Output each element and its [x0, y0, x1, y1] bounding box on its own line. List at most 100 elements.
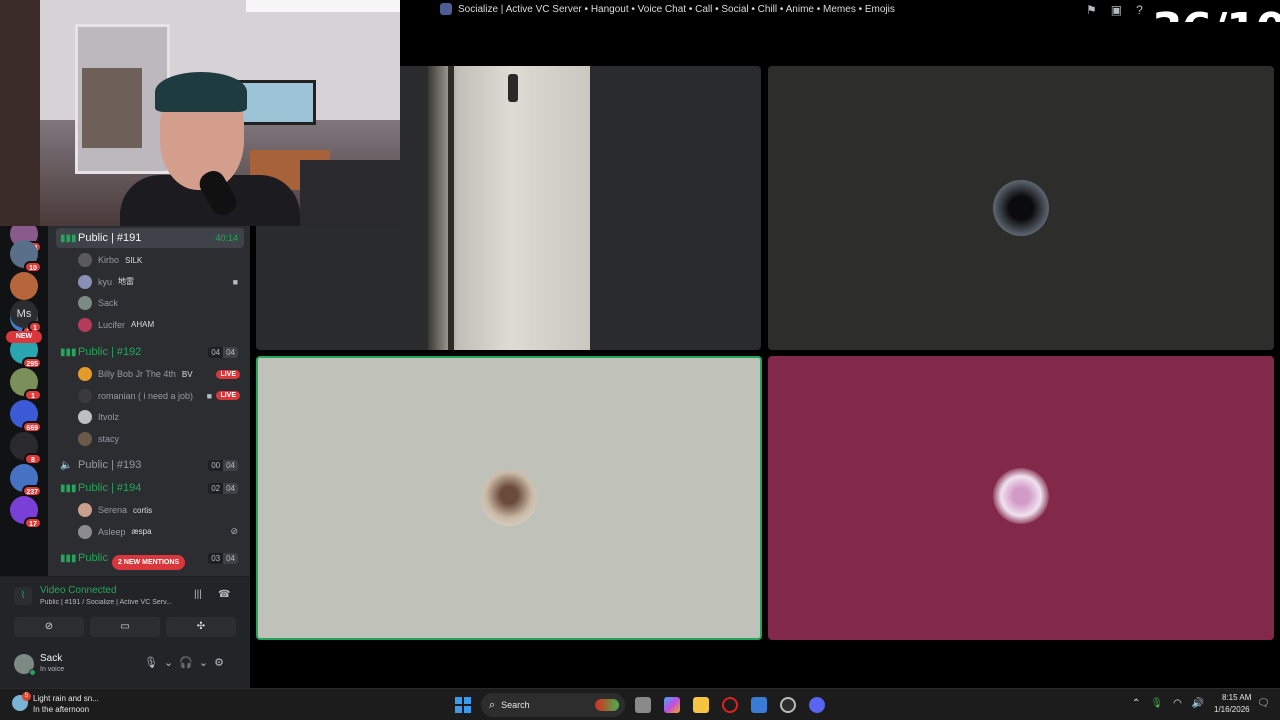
online-status-icon [29, 669, 36, 676]
count-current: 04 [208, 346, 224, 358]
inbox-icon[interactable]: ▣ [1111, 3, 1122, 17]
start-button[interactable] [455, 697, 471, 713]
camera-icon: ■ [232, 276, 238, 287]
voice-channel-192[interactable]: ▮▮▮ Public | #192 04 04 [56, 342, 244, 362]
signal-icon[interactable]: ⌇ [14, 587, 32, 605]
count-limit: 04 [223, 346, 238, 358]
voice-user[interactable]: kyu 地雷 ■ [78, 272, 244, 292]
disconnect-icon[interactable]: ☎ [218, 589, 230, 600]
server-icon[interactable]: 669 [10, 400, 42, 433]
weather-title[interactable]: Light rain and sn... [33, 694, 99, 703]
voice-status-subtitle[interactable]: Public | #191 / Socialize | Active VC Se… [40, 599, 188, 606]
video-tile-participant[interactable] [768, 356, 1274, 640]
voice-channel-193[interactable]: 🔈 Public | #193 00 04 [56, 455, 244, 475]
username[interactable]: Sack [40, 653, 62, 664]
taskbar-search[interactable]: ⌕ Search [481, 693, 625, 717]
user-name: kyu [98, 276, 113, 287]
avatar [78, 503, 92, 517]
unread-badge: 1 [24, 389, 42, 401]
voice-user[interactable]: Sack [78, 293, 244, 313]
avatar [78, 253, 92, 267]
discord-icon[interactable] [809, 697, 825, 713]
flag-icon[interactable]: ⚑ [1086, 3, 1097, 17]
clock-date[interactable]: 1/16/2026 [1214, 705, 1250, 714]
user-tag: cortis [133, 505, 153, 515]
noise-suppression-icon[interactable]: ||| [194, 589, 202, 600]
activities-button[interactable]: ✣ [166, 617, 236, 637]
chevron-down-icon[interactable]: ⌄ [199, 656, 208, 669]
deafened-icon: ⊘ [230, 526, 238, 536]
server-icon[interactable]: 17 [10, 496, 42, 529]
camera-off-button[interactable]: ⊘ [14, 617, 84, 637]
channel-list: ▮▮▮ Public | #191 40:14 Kirbo SILK kyu 地雷 ■ S… [48, 226, 250, 576]
avatar [78, 296, 92, 310]
voice-user[interactable]: Asleep æspa ⊘ [78, 522, 244, 542]
voice-user[interactable]: Serena cortis [78, 500, 244, 520]
video-tile-participant[interactable] [768, 66, 1274, 350]
count-current: 02 [208, 482, 224, 494]
microphone-icon[interactable]: 🎙 [1150, 698, 1163, 709]
new-pill[interactable]: NEW [6, 331, 42, 343]
user-status: In voice [40, 666, 65, 673]
webcam-shelf [82, 68, 142, 148]
system-tray: ⌃ 🎙 ◠ 🔊 [1132, 698, 1204, 709]
store-icon[interactable] [751, 697, 767, 713]
volume-icon[interactable]: 🔊 [1192, 698, 1204, 709]
voice-user[interactable]: Itvolz [78, 407, 244, 427]
user-tag: 地雷 [118, 277, 135, 286]
server-icon[interactable]: 237 [10, 464, 42, 497]
activities-icon: ✣ [196, 621, 206, 632]
count-current: 00 [208, 459, 224, 471]
new-mentions-pill[interactable]: 2 NEW MENTIONS [112, 555, 186, 570]
avatar [78, 317, 92, 332]
avatar [78, 410, 92, 424]
title-bar-actions: ⚑ ▣ ? [1086, 3, 1143, 17]
voice-user[interactable]: Billy Bob Jr The 4th BV LIVE [78, 364, 244, 384]
window-title-group: Socialize | Active VC Server • Hangout •… [440, 3, 895, 15]
copilot-icon[interactable] [664, 697, 680, 713]
user-tag: AHAM [131, 320, 155, 329]
voice-user[interactable]: Lucifer AHAM [78, 315, 244, 335]
server-ms[interactable]: Ms 1 [10, 300, 42, 333]
server-icon[interactable] [10, 272, 38, 300]
notification-icon[interactable]: 🗨 [1257, 698, 1270, 709]
opera-icon[interactable] [722, 697, 738, 713]
user-name: Serena [98, 505, 128, 515]
wifi-icon[interactable]: ◠ [1173, 698, 1182, 709]
voice-user[interactable]: Kirbo SILK [78, 250, 244, 270]
voice-activity-icon: ▮▮▮ [60, 482, 77, 494]
server-icon[interactable]: 1 [10, 368, 42, 401]
voice-user[interactable]: stacy [78, 429, 244, 449]
count-current: 03 [208, 552, 224, 564]
webcam-wall-edge [0, 0, 40, 226]
gear-icon[interactable]: ⚙ [214, 656, 224, 669]
help-icon[interactable]: ? [1136, 3, 1143, 17]
window-title: Socialize | Active VC Server • Hangout •… [458, 3, 895, 15]
unread-badge: 10 [24, 261, 42, 273]
camera-icon: ■ [206, 390, 212, 401]
file-explorer-icon[interactable] [693, 697, 709, 713]
task-view-icon[interactable] [635, 697, 651, 713]
webcam-light [246, 0, 400, 12]
participant-avatar [481, 470, 537, 526]
channel-name: Public | #191 [78, 232, 142, 244]
microphone-icon[interactable]: 🎙 [144, 656, 158, 669]
avatar [78, 274, 92, 289]
user-controls: 🎙 ⌄ 🎧 ⌄ ⚙ [144, 656, 224, 669]
headphones-icon[interactable]: 🎧 [179, 656, 193, 669]
screen-share-button[interactable]: ▭ [90, 617, 160, 637]
voice-channel-191[interactable]: ▮▮▮ Public | #191 40:14 [56, 228, 244, 248]
video-tile-speaking[interactable] [256, 356, 762, 640]
server-icon[interactable]: 10 [10, 240, 42, 273]
chevron-down-icon[interactable]: ⌄ [164, 656, 173, 669]
clock-time[interactable]: 8:15 AM [1222, 693, 1251, 702]
webcam-bed [300, 160, 400, 226]
voice-user[interactable]: romanian ( i need a job) LIVE ■ [78, 386, 244, 406]
chrome-icon[interactable] [780, 697, 796, 713]
chevron-up-icon[interactable]: ⌃ [1132, 698, 1140, 709]
voice-channel-194[interactable]: ▮▮▮ Public | #194 02 04 [56, 478, 244, 498]
user-name: Sack [98, 298, 119, 308]
avatar [78, 524, 92, 539]
webcam-person-cap [155, 72, 247, 112]
server-icon[interactable]: 8 [10, 432, 42, 465]
